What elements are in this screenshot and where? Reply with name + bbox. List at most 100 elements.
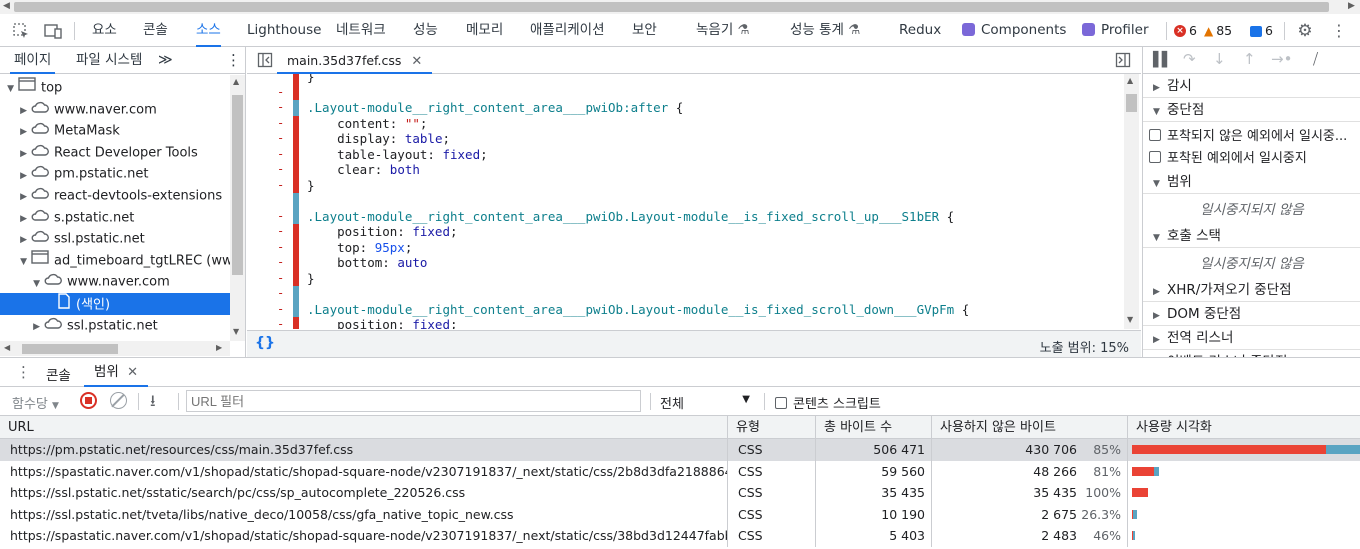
pause-on-exception-checkbox[interactable]: 포착되지 않은 예외에서 일시중... [1149, 125, 1347, 144]
tab-performance-insights[interactable]: 성능 통계 ⚗ [790, 14, 860, 47]
pause-icon[interactable]: ▌▌ [1153, 52, 1172, 68]
tree-item[interactable]: ▶ pm.pstatic.net [0, 163, 230, 185]
collapsed-triangle-icon[interactable]: ▶ [17, 230, 27, 249]
col-header-total-bytes[interactable]: 총 바이트 수 [816, 416, 932, 439]
top-horizontal-scrollbar[interactable]: ◀ ▶ [0, 0, 1360, 14]
url-filter-input[interactable] [186, 390, 641, 412]
code-area[interactable]: } - - .Layout-module__right_content_area___… [247, 74, 1124, 329]
drawer-tab-coverage[interactable]: 범위 ✕ [84, 358, 149, 387]
table-row[interactable]: https://spastatic.naver.com/v1/shopad/st… [0, 460, 1360, 482]
col-header-type[interactable]: 유형 [728, 416, 816, 439]
debugger-section-header[interactable]: ▼ 중단점 [1143, 98, 1360, 122]
drawer-tab-console[interactable]: 콘솔 [46, 364, 71, 384]
checkbox-icon[interactable] [1149, 150, 1161, 163]
tab-profiler[interactable]: Profiler [1082, 14, 1149, 47]
scrollbar-thumb[interactable] [14, 2, 1329, 12]
warnings-badge[interactable]: ▲ 85 [1204, 22, 1232, 40]
pause-on-exception-checkbox[interactable]: 포착된 예외에서 일시중지 [1149, 147, 1307, 166]
step-icon[interactable]: →• [1271, 50, 1292, 68]
expanded-triangle-icon[interactable]: ▼ [17, 252, 27, 271]
errors-badge[interactable]: × 6 [1174, 22, 1197, 40]
file-tab[interactable]: main.35d37fef.css ✕ [277, 47, 433, 74]
collapsed-triangle-icon[interactable]: ▶ [17, 209, 27, 228]
stop-recording-icon[interactable] [80, 392, 97, 409]
settings-gear-icon[interactable]: ⚙ [1296, 22, 1314, 40]
tab-filesystem[interactable]: 파일 시스템 [76, 47, 142, 74]
tree-item[interactable]: ▶ ssl.pstatic.net [0, 228, 230, 250]
more-tabs-chevron-icon[interactable]: ≫ [158, 47, 173, 74]
step-over-icon[interactable]: ↷ [1183, 50, 1196, 68]
scroll-left-arrow-icon[interactable]: ◀ [3, 1, 10, 11]
debugger-section-header[interactable]: ▶이벤트 리스너 중단점 [1143, 350, 1360, 357]
tab-components[interactable]: Components [962, 14, 1066, 47]
expanded-triangle-icon[interactable]: ▼ [30, 274, 40, 293]
tree-item[interactable]: ▶ react-devtools-extensions [0, 185, 230, 207]
tree-item[interactable]: (색인) [0, 293, 230, 315]
col-header-url[interactable]: URL [0, 416, 728, 439]
step-out-icon[interactable]: ↑ [1243, 50, 1256, 68]
tree-vertical-scrollbar[interactable]: ▲ ▼ [230, 75, 245, 341]
collapsed-triangle-icon[interactable]: ▶ [17, 166, 27, 185]
export-download-icon[interactable]: ⭳ [150, 390, 156, 417]
tab-memory[interactable]: 메모리 [466, 14, 503, 47]
table-row[interactable]: https://spastatic.naver.com/v1/shopad/st… [0, 525, 1360, 547]
tab-performance[interactable]: 성능 [413, 14, 438, 47]
close-drawer-tab-icon[interactable]: ✕ [127, 365, 138, 380]
clear-icon[interactable] [110, 392, 127, 409]
collapsed-triangle-icon[interactable]: ▶ [17, 122, 27, 141]
tree-item[interactable]: ▶ s.pstatic.net [0, 207, 230, 229]
tab-sources[interactable]: 소스 [196, 14, 221, 47]
tab-page[interactable]: 페이지 [10, 47, 56, 74]
tab-security[interactable]: 보안 [632, 14, 657, 47]
pretty-print-icon[interactable]: {} [255, 335, 275, 351]
per-function-select[interactable]: 함수당 ▼ [12, 393, 59, 412]
deactivate-breakpoints-icon[interactable]: ⧸ [1313, 50, 1318, 68]
debugger-section-header[interactable]: ▶ 전역 리스너 [1143, 326, 1360, 350]
toggle-navigator-icon[interactable] [257, 52, 273, 72]
tree-item[interactable]: ▶ React Developer Tools [0, 142, 230, 164]
col-header-unused-bytes[interactable]: 사용하지 않은 바이트 [932, 416, 1128, 439]
inspect-element-icon[interactable] [12, 22, 30, 40]
device-toolbar-icon[interactable] [44, 22, 62, 40]
checkbox-icon[interactable] [775, 396, 787, 409]
expanded-triangle-icon[interactable]: ▼ [4, 79, 14, 98]
checkbox-icon[interactable] [1149, 128, 1161, 141]
debugger-section-header[interactable]: ▶ 감시 [1143, 74, 1360, 98]
tree-horizontal-scrollbar[interactable]: ◀ ▶ [0, 341, 230, 356]
close-tab-icon[interactable]: ✕ [411, 54, 422, 69]
scroll-right-arrow-icon[interactable]: ▶ [1348, 1, 1355, 11]
table-row[interactable]: https://ssl.pstatic.net/tveta/libs/nativ… [0, 503, 1360, 525]
collapsed-triangle-icon[interactable]: ▶ [17, 101, 27, 120]
more-options-icon[interactable]: ⋮ [1330, 22, 1348, 40]
toggle-debugger-icon[interactable] [1115, 52, 1131, 72]
step-into-icon[interactable]: ↓ [1213, 50, 1226, 68]
table-row[interactable]: https://ssl.pstatic.net/sstatic/search/p… [0, 482, 1360, 504]
tab-elements[interactable]: 요소 [92, 14, 117, 47]
debugger-section-header[interactable]: ▼ 범위 [1143, 170, 1360, 194]
collapsed-triangle-icon[interactable]: ▶ [17, 187, 27, 206]
tab-application[interactable]: 애플리케이션 [530, 14, 605, 47]
tree-item[interactable]: ▼ www.naver.com [0, 271, 230, 293]
tab-redux[interactable]: Redux [899, 14, 941, 47]
debugger-section-header[interactable]: ▶ DOM 중단점 [1143, 302, 1360, 326]
drawer-menu-icon[interactable]: ⋮ [16, 363, 31, 381]
tree-item[interactable]: ▶ www.naver.com [0, 99, 230, 121]
tree-item[interactable]: ▶ MetaMask [0, 120, 230, 142]
tab-recorder[interactable]: 녹음기 ⚗ [696, 14, 750, 47]
tab-lighthouse[interactable]: Lighthouse [247, 14, 321, 47]
debugger-section-header[interactable]: ▶ XHR/가져오기 중단점 [1143, 278, 1360, 302]
navigator-menu-icon[interactable]: ⋮ [226, 47, 241, 74]
type-filter-select[interactable]: 전체 ▼ [660, 393, 750, 412]
collapsed-triangle-icon[interactable]: ▶ [30, 317, 40, 336]
tab-console[interactable]: 콘솔 [143, 14, 168, 47]
messages-badge[interactable]: 6 [1250, 22, 1273, 40]
scrollbar-thumb[interactable] [22, 344, 118, 354]
collapsed-triangle-icon[interactable]: ▶ [17, 144, 27, 163]
debugger-section-header[interactable]: ▼ 호출 스택 [1143, 224, 1360, 248]
tab-network[interactable]: 네트워크 [336, 14, 386, 47]
table-row[interactable]: https://pm.pstatic.net/resources/css/mai… [0, 439, 1360, 461]
col-header-usage-visualization[interactable]: 사용량 시각화 [1128, 416, 1360, 439]
tree-item[interactable]: ▼ ad_timeboard_tgtLREC (www. [0, 250, 230, 272]
scrollbar-thumb[interactable] [1126, 94, 1137, 112]
editor-vertical-scrollbar[interactable]: ▲ ▼ [1124, 74, 1139, 329]
